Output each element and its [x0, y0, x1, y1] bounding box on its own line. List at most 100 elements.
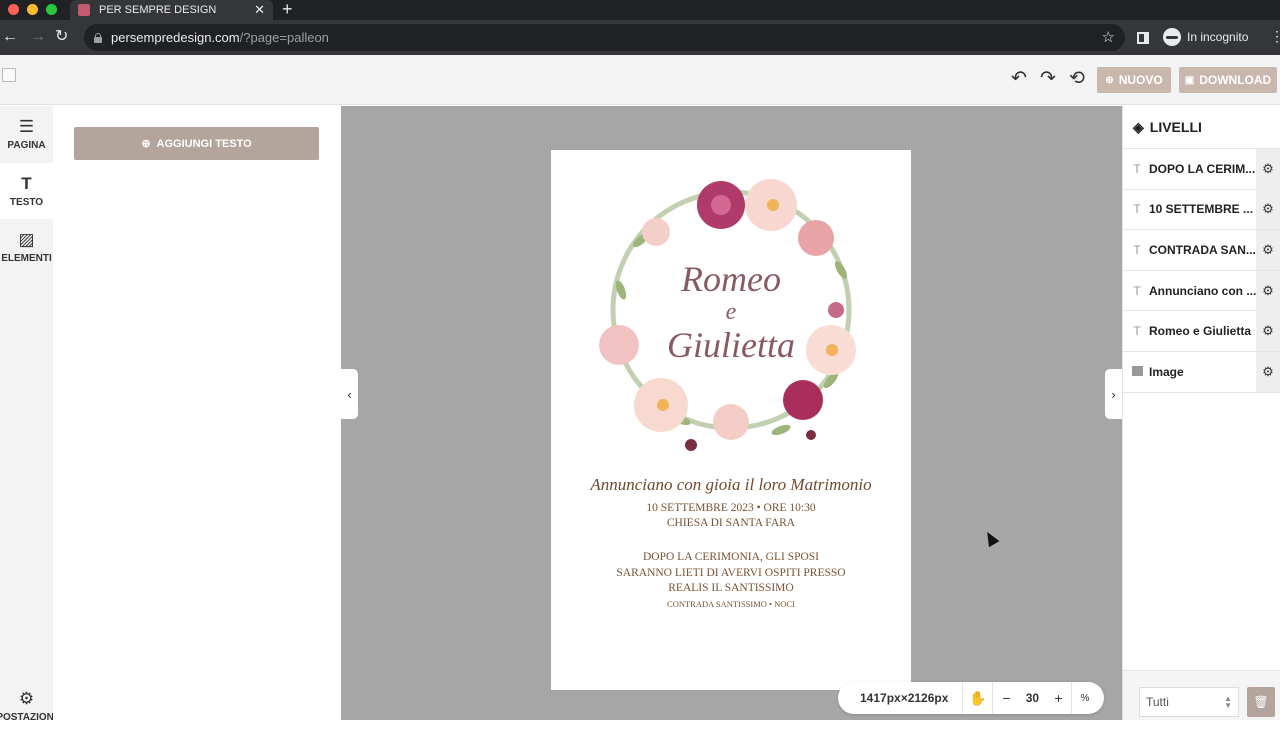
plus-circle-icon: ⊕: [141, 138, 151, 150]
browser-tab[interactable]: PER SEMPRE DESIGN ✕: [70, 0, 273, 20]
new-button-label: NUOVO: [1118, 73, 1163, 87]
browser-tabstrip: PER SEMPRE DESIGN ✕ +: [0, 0, 1280, 20]
trash-icon: 🗑: [1253, 695, 1269, 709]
maximize-window-button[interactable]: [46, 4, 57, 15]
zoom-unit[interactable]: %: [1071, 682, 1097, 714]
name-romeo: Romeo: [681, 259, 781, 299]
reception-text[interactable]: DOPO LA CERIMONIA, GLI SPOSI SARANNO LIE…: [551, 550, 911, 597]
add-text-label: AGGIUNGI TESTO: [156, 137, 252, 150]
rail-item-label: POSTAZIONI: [0, 711, 57, 723]
new-button[interactable]: ⊕ NUOVO: [1097, 67, 1171, 93]
announce-text[interactable]: Annunciano con gioia il loro Matrimonio: [551, 475, 911, 495]
redo-icon[interactable]: ↷: [1040, 69, 1056, 89]
collapse-left-panel-button[interactable]: ‹: [341, 369, 358, 419]
gear-icon: ⚙: [18, 688, 35, 708]
zoom-bar: 1417px×2126px ✋ − 30 + %: [838, 682, 1104, 714]
layer-settings-gear-icon[interactable]: ⚙: [1256, 351, 1280, 392]
undo-icon[interactable]: ↶: [1011, 69, 1027, 89]
text-layer-icon: T: [1133, 202, 1141, 217]
text-layer-icon: T: [1133, 242, 1141, 257]
layer-settings-gear-icon[interactable]: ⚙: [1256, 189, 1280, 230]
canvas-area[interactable]: ‹ Romeo e Giulietta Annunciano con gioia…: [341, 106, 1122, 720]
address-text[interactable]: CONTRADA SANTISSIMO • NOCI: [551, 599, 911, 609]
layers-icon: ◈: [1133, 118, 1144, 135]
layer-item[interactable]: T Annunciano con ... ⚙: [1123, 270, 1280, 312]
save-icon: ▣: [1184, 74, 1195, 86]
logo[interactable]: [2, 68, 16, 82]
layer-label: Image: [1149, 364, 1184, 379]
layer-item[interactable]: T Romeo e Giulietta ⚙: [1123, 311, 1280, 352]
text-layer-icon: T: [1133, 283, 1141, 298]
layer-item[interactable]: T 10 SETTEMBRE ... ⚙: [1123, 189, 1280, 231]
text-icon: T: [21, 173, 32, 193]
layers-panel: ◈ LIVELLI T DOPO LA CERIM... ⚙ T 10 SETT…: [1122, 106, 1280, 720]
hand-tool-icon[interactable]: ✋: [963, 682, 994, 714]
layer-label: DOPO LA CERIM...: [1149, 161, 1256, 176]
minimize-window-button[interactable]: [27, 4, 38, 15]
layers-title: LIVELLI: [1149, 119, 1202, 135]
browser-menu-icon[interactable]: ⋮: [1270, 29, 1280, 43]
incognito-label: In incognito: [1187, 30, 1249, 44]
address-bar[interactable]: persempredesign.com/?page=palleon ☆: [84, 24, 1125, 51]
add-image-icon: ▨: [18, 229, 35, 249]
rail-item-pagina[interactable]: ☰ PAGINA: [0, 106, 53, 162]
layer-settings-gear-icon[interactable]: ⚙: [1256, 270, 1280, 311]
sliders-icon: ☰: [18, 116, 35, 136]
layer-filter-select[interactable]: Tutti ▲ ▼: [1139, 687, 1239, 717]
layer-label: Annunciano con ...: [1149, 283, 1256, 298]
date-text[interactable]: 10 SETTEMBRE 2023 • ORE 10:30 CHIESA DI …: [551, 501, 911, 531]
name-e: e: [725, 299, 737, 325]
text-layer-icon: T: [1133, 324, 1141, 339]
rail-item-postazioni[interactable]: ⚙ POSTAZIONI: [0, 678, 57, 734]
add-text-button[interactable]: ⊕ AGGIUNGI TESTO: [74, 127, 319, 160]
incognito-indicator[interactable]: In incognito: [1163, 28, 1248, 46]
rail-item-label: PAGINA: [7, 139, 46, 151]
url-host: persempredesign.com: [111, 30, 240, 45]
plus-circle-icon: ⊕: [1105, 74, 1114, 86]
close-window-button[interactable]: [8, 4, 19, 15]
design-page[interactable]: Romeo e Giulietta Annunciano con gioia i…: [551, 150, 911, 690]
zoom-out-button[interactable]: −: [993, 690, 1019, 706]
download-button-label: DOWNLOAD: [1199, 73, 1272, 87]
layers-footer: Tutti ▲ ▼ 🗑: [1123, 670, 1280, 720]
layer-label: CONTRADA SAN...: [1149, 242, 1256, 257]
tab-title: PER SEMPRE DESIGN: [99, 4, 217, 16]
layer-item[interactable]: T DOPO LA CERIM... ⚙: [1123, 148, 1280, 190]
bookmark-star-icon[interactable]: ☆: [1102, 28, 1115, 46]
side-panel-icon[interactable]: [1137, 32, 1149, 44]
rail-item-label: ELEMENTI: [1, 252, 52, 264]
layer-settings-gear-icon[interactable]: ⚙: [1256, 311, 1280, 352]
layer-item[interactable]: Image ⚙: [1123, 351, 1280, 393]
delete-layers-button[interactable]: 🗑: [1247, 687, 1275, 717]
layers-header: ◈ LIVELLI: [1123, 106, 1280, 149]
zoom-in-button[interactable]: +: [1045, 690, 1071, 706]
zoom-value[interactable]: 30: [1019, 691, 1045, 705]
history-icon[interactable]: ⟲: [1069, 69, 1085, 89]
chevron-right-icon: ›: [1111, 386, 1116, 402]
canvas-dimensions: 1417px×2126px: [838, 682, 964, 714]
download-button[interactable]: ▣ DOWNLOAD: [1179, 67, 1277, 93]
collapse-right-panel-button[interactable]: ›: [1105, 369, 1122, 419]
layer-label: 10 SETTEMBRE ...: [1149, 202, 1254, 217]
new-tab-button[interactable]: +: [282, 0, 293, 20]
app-header: ↶ ↷ ⟲ ⊕ NUOVO ▣ DOWNLOAD: [0, 55, 1280, 105]
rail-item-testo[interactable]: T TESTO: [0, 163, 53, 219]
rail-item-elementi[interactable]: ▨ ELEMENTI: [0, 219, 53, 275]
lock-icon: [94, 32, 102, 43]
url-path: /?page=palleon: [239, 30, 329, 45]
layer-settings-gear-icon[interactable]: ⚙: [1256, 229, 1280, 270]
image-layer-icon: [1125, 365, 1149, 379]
couple-names-text[interactable]: Romeo e Giulietta: [551, 260, 911, 364]
layer-filter-value: Tutti: [1146, 695, 1169, 709]
rail-item-label: TESTO: [9, 196, 44, 208]
close-tab-icon[interactable]: ✕: [254, 2, 265, 18]
layer-item[interactable]: T CONTRADA SAN... ⚙: [1123, 229, 1280, 271]
forward-icon[interactable]: →: [30, 28, 46, 46]
select-arrows-icon: ▲ ▼: [1224, 694, 1232, 710]
layer-settings-gear-icon[interactable]: ⚙: [1256, 148, 1280, 189]
back-icon[interactable]: ←: [2, 28, 18, 46]
browser-toolbar: ← → ↻ persempredesign.com/?page=palleon …: [0, 20, 1280, 55]
text-layer-icon: T: [1133, 161, 1141, 176]
reload-icon[interactable]: ↻: [55, 28, 68, 46]
window-controls: [8, 4, 57, 15]
